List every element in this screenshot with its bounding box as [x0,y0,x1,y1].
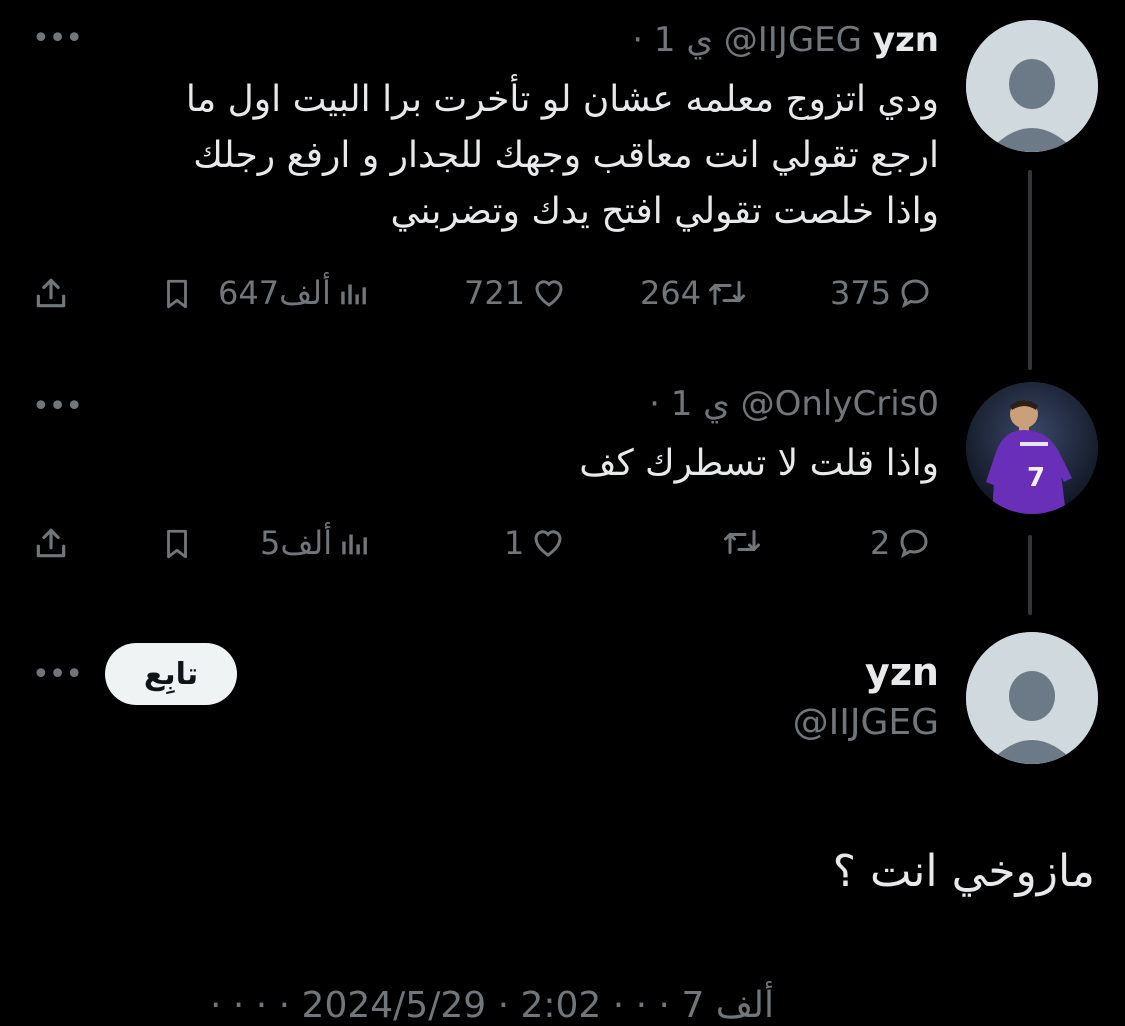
views-icon [342,534,368,555]
thread-line [1028,535,1032,615]
handle[interactable]: @OnlyCris0 [741,384,939,424]
repost-button[interactable] [716,524,762,560]
share-button[interactable] [32,524,70,562]
share-icon [36,528,66,558]
reply-button[interactable]: 375 [830,274,933,312]
reply-icon [901,279,929,309]
views-icon [341,284,366,305]
tweet-meta-partial: · · · · ألف 7 · · · 2:02 · 2024/5/29 [210,985,775,1026]
tweet-text: ودي اتزوج معلمه عشان لو تأخرت برا البيت … [185,79,939,232]
avatar[interactable] [966,20,1098,152]
handle[interactable]: @IIJGEG [724,20,862,60]
like-count: 721 [464,274,526,312]
views-button[interactable]: 647ألف [218,274,371,312]
share-button[interactable] [32,274,70,312]
more-dots-icon[interactable]: ••• [32,392,83,422]
views-count: 647ألف [218,274,331,312]
repost-icon [709,281,746,305]
bookmark-button[interactable] [160,276,194,312]
like-count: 1 [504,524,525,562]
more-dots-icon[interactable]: ••• [32,24,83,54]
reply-count: 375 [830,274,892,312]
time: · 1 ي [632,20,713,60]
default-avatar-icon [966,632,1098,764]
avatar[interactable]: 7 [966,382,1098,514]
reply-icon [900,529,928,559]
bookmark-button[interactable] [160,526,194,562]
heart-icon [535,280,563,307]
share-icon [36,278,66,308]
tweet-header: · 1 ي @OnlyCris0 [649,384,939,425]
tweet-text: مازوخي انت ؟ [832,846,1095,897]
jersey-number: 7 [1027,463,1045,493]
tweet-header: · 1 ي @IIJGEG yzn [632,20,939,61]
bookmark-icon [167,279,187,309]
views-button[interactable]: 5ألف [260,524,372,562]
repost-icon [724,530,760,554]
tweet-text: واذا قلت لا تسطرك كف [579,443,939,484]
default-avatar-icon [966,20,1098,152]
repost-button[interactable]: 264 [640,274,747,312]
views-count: 5ألف [260,524,333,562]
player-avatar-image: 7 [966,382,1098,514]
like-button[interactable]: 1 [504,524,566,562]
heart-icon [534,530,562,557]
like-button[interactable]: 721 [464,274,567,312]
time: · 1 ي [649,384,730,424]
thread-line [1028,170,1032,370]
handle[interactable]: @IIJGEG [793,702,939,743]
reply-count: 2 [870,524,891,562]
more-dots-icon[interactable]: ••• [32,660,83,690]
avatar[interactable] [966,632,1098,764]
bookmark-icon [167,529,187,559]
display-name[interactable]: yzn [865,650,939,694]
reply-button[interactable]: 2 [870,524,932,562]
repost-count: 264 [640,274,702,312]
display-name[interactable]: yzn [873,20,939,60]
follow-button[interactable]: تابِع [105,643,237,705]
